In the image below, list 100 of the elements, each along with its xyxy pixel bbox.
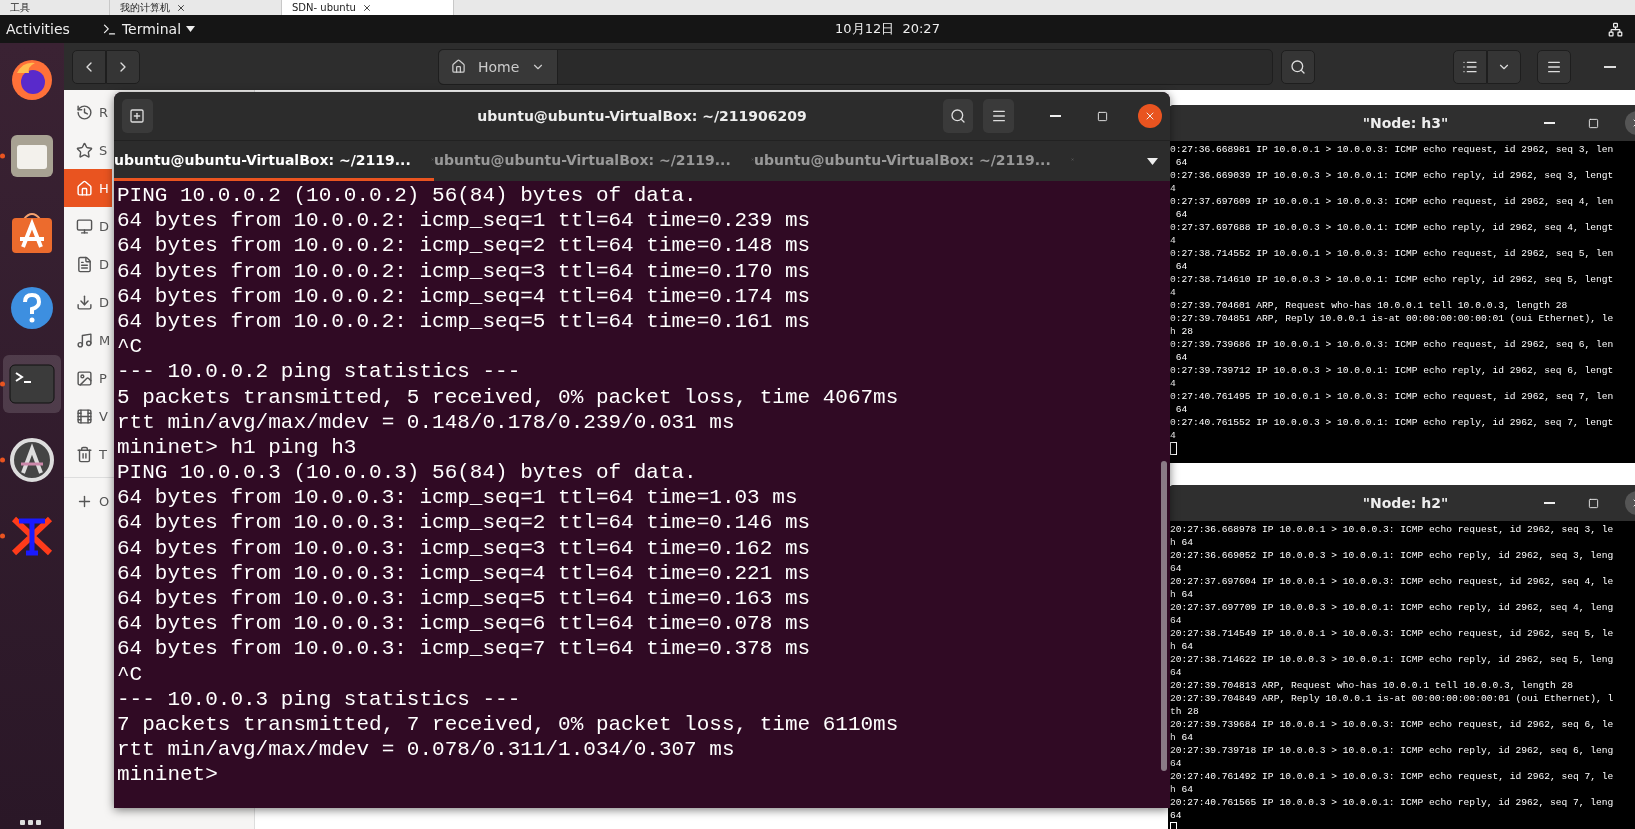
terminal-line: 64	[1174, 156, 1188, 169]
sidebar-item[interactable]: V	[64, 397, 112, 435]
terminal-line: 20:27:39.739684 IP 10.0.0.1 > 10.0.0.3: ICMP echo request, id 2962, seq 6, le	[1170, 718, 1614, 731]
terminal-line: mininet>	[117, 762, 218, 788]
apps-grid-icon[interactable]	[20, 820, 41, 825]
window-title: "Node: h3"	[1362, 115, 1449, 131]
network-icon[interactable]	[1608, 21, 1623, 37]
terminal-tab[interactable]: ubuntu@ubuntu-VirtualBox: ~/2119...	[114, 141, 434, 181]
terminal-line: rtt min/avg/max/mdev = 0.148/0.178/0.239/0.031 ms	[117, 409, 735, 435]
terminal-line: h 64	[1170, 731, 1194, 744]
sidebar-item[interactable]: P	[64, 359, 112, 397]
terminal-line: 20:27:40.761492 IP 10.0.0.1 > 10.0.0.3: ICMP echo request, id 2962, seq 7, le	[1170, 770, 1614, 783]
terminal-line: 64	[1174, 351, 1188, 364]
home-icon	[451, 59, 466, 74]
window-title: ubuntu@ubuntu-VirtualBox: ~/211906209	[477, 108, 807, 124]
terminal-line: --- 10.0.0.2 ping statistics ---	[117, 359, 521, 385]
firefox-icon	[9, 57, 55, 103]
music-icon	[76, 331, 93, 349]
terminal-line: 0:27:38.714610 IP 10.0.0.3 > 10.0.0.1: ICMP echo reply, id 2962, seq 5, lengt	[1170, 273, 1614, 286]
terminal-line: 64	[1170, 562, 1182, 575]
terminal-icon	[9, 364, 55, 404]
new-tab-button[interactable]	[122, 99, 153, 133]
terminal-line: 20:27:38.714549 IP 10.0.0.1 > 10.0.0.3: ICMP echo request, id 2962, seq 5, le	[1170, 627, 1614, 640]
terminal-line: 7 packets transmitted, 7 received, 0% packet loss, time 6110ms	[117, 711, 899, 738]
close-button[interactable]	[1138, 104, 1162, 128]
menu-icon	[990, 108, 1007, 124]
terminal-line: mininet> h1 ping h3	[117, 434, 357, 461]
running-indicator	[0, 457, 5, 463]
running-indicator	[0, 153, 5, 159]
sidebar-item[interactable]: R	[64, 93, 112, 131]
terminal-line: 64 bytes from 10.0.0.3: icmp_seq=4 ttl=64 time=0.221 ms	[117, 560, 811, 586]
terminal-line: 64 bytes from 10.0.0.3: icmp_seq=5 ttl=64 time=0.163 ms	[117, 586, 811, 612]
terminal-line: 64	[1170, 666, 1182, 679]
terminal-line: 64	[1174, 403, 1188, 416]
close-icon[interactable]	[361, 2, 372, 13]
text-cursor	[1170, 442, 1177, 455]
terminal-line: 0:27:39.704851 ARP, Reply 10.0.0.1 is-at 00:00:00:00:00:01 (oui Ethernet), le	[1170, 312, 1614, 325]
terminal-line: 0:27:36.668981 IP 10.0.0.1 > 10.0.0.3: ICMP echo request, id 2962, seq 3, len	[1170, 143, 1614, 156]
terminal-line: 4	[1170, 377, 1176, 390]
sidebar-item[interactable]: O	[64, 482, 112, 520]
sidebar-item[interactable]: H	[64, 169, 112, 207]
terminal-tab[interactable]: ubuntu@ubuntu-VirtualBox: ~/2119...	[434, 141, 754, 181]
running-indicator	[0, 381, 5, 387]
terminal-line: 20:27:37.697604 IP 10.0.0.1 > 10.0.0.3: ICMP echo request, id 2962, seq 4, le	[1170, 575, 1614, 588]
terminal-line: 64 bytes from 10.0.0.2: icmp_seq=3 ttl=64 time=0.170 ms	[117, 258, 811, 284]
clock-icon	[76, 103, 93, 121]
app-menu[interactable]: Terminal	[101, 21, 196, 37]
terminal-line: 0:27:39.739712 IP 10.0.0.3 > 10.0.0.1: ICMP echo reply, id 2962, seq 6, lengt	[1170, 364, 1614, 377]
list-view-button[interactable]	[1453, 49, 1487, 84]
terminal-line: 0:27:37.697688 IP 10.0.0.3 > 10.0.0.1: ICMP echo reply, id 2962, seq 4, lengt	[1170, 221, 1614, 234]
terminal-line: 20:27:37.697709 IP 10.0.0.3 > 10.0.0.1: ICMP echo reply, id 2962, seq 4, leng	[1170, 601, 1614, 614]
sidebar-item[interactable]: M	[64, 321, 112, 359]
home-icon	[76, 179, 93, 197]
scrollbar[interactable]	[1161, 461, 1167, 771]
terminal-line: 20:27:36.669052 IP 10.0.0.3 > 10.0.0.1: ICMP echo reply, id 2962, seq 3, leng	[1170, 549, 1614, 562]
search-icon	[950, 108, 966, 124]
maximize-icon	[1587, 117, 1599, 129]
terminal-line: --- 10.0.0.3 ping statistics ---	[117, 686, 521, 712]
search-button[interactable]	[1281, 49, 1315, 84]
terminal-line: 64 bytes from 10.0.0.2: icmp_seq=5 ttl=64 time=0.161 ms	[117, 308, 811, 335]
sidebar-item[interactable]: D	[64, 245, 112, 283]
sidebar-item[interactable]: S	[64, 131, 112, 169]
terminal-line: 4	[1170, 286, 1176, 299]
host-tab[interactable]: SDN- ubuntu	[282, 0, 454, 15]
download-icon	[76, 293, 93, 311]
terminal-line: 20:27:36.668978 IP 10.0.0.1 > 10.0.0.3: ICMP echo request, id 2962, seq 3, le	[1170, 523, 1614, 536]
terminal-line: h 28	[1170, 325, 1194, 338]
terminal-line: 64 bytes from 10.0.0.3: icmp_seq=1 ttl=64 time=1.03 ms	[117, 485, 798, 511]
minimize-icon	[1543, 122, 1555, 124]
terminal-line: 64	[1174, 208, 1188, 221]
menu-button[interactable]	[1537, 49, 1571, 84]
terminal-line: ^C	[117, 661, 143, 687]
terminal-line: h 64	[1170, 783, 1194, 796]
path-button[interactable]: Home	[439, 49, 559, 84]
trash-icon	[76, 445, 93, 463]
activities-button[interactable]: Activities	[0, 21, 76, 37]
terminal-line: 20:27:39.704813 ARP, Request who-has 10.0.0.1 tell 10.0.0.3, length 28	[1170, 679, 1573, 692]
back-button[interactable]	[72, 49, 106, 84]
terminal-line: 0:27:38.714552 IP 10.0.0.1 > 10.0.0.3: ICMP echo request, id 2962, seq 5, len	[1170, 247, 1614, 260]
caret-icon[interactable]	[1147, 157, 1158, 165]
terminal-line: 0:27:39.739686 IP 10.0.0.1 > 10.0.0.3: ICMP echo request, id 2962, seq 6, len	[1170, 338, 1614, 351]
clock[interactable]: 10月12日 20:27	[835, 20, 940, 38]
terminal-line: 4	[1170, 429, 1176, 442]
terminal-line: 64 bytes from 10.0.0.3: icmp_seq=3 ttl=64 time=0.162 ms	[117, 535, 811, 561]
terminal-line: 0:27:40.761495 IP 10.0.0.1 > 10.0.0.3: ICMP echo request, id 2962, seq 7, len	[1170, 390, 1614, 403]
terminal-line: ^C	[117, 334, 143, 360]
terminal-line: 64 bytes from 10.0.0.3: icmp_seq=6 ttl=64 time=0.078 ms	[117, 611, 811, 637]
forward-button[interactable]	[106, 49, 140, 84]
new-tab-icon	[129, 108, 146, 124]
terminal-line: 20:27:39.739718 IP 10.0.0.3 > 10.0.0.1: ICMP echo reply, id 2962, seq 6, leng	[1170, 744, 1614, 757]
document-icon	[76, 255, 93, 273]
terminal-line: 64 bytes from 10.0.0.3: icmp_seq=2 ttl=64 time=0.146 ms	[117, 510, 811, 536]
terminal-line: 0:27:39.704601 ARP, Request who-has 10.0.0.1 tell 10.0.0.3, length 28	[1170, 299, 1568, 312]
terminal-tab[interactable]: ubuntu@ubuntu-VirtualBox: ~/2119...	[754, 141, 1074, 181]
close-icon[interactable]	[176, 2, 186, 13]
sidebar-item[interactable]: D	[64, 207, 112, 245]
search-button[interactable]	[942, 99, 974, 133]
sidebar-item[interactable]: D	[64, 283, 112, 321]
menu-button[interactable]	[983, 99, 1014, 133]
sidebar-item[interactable]: T	[64, 435, 112, 473]
